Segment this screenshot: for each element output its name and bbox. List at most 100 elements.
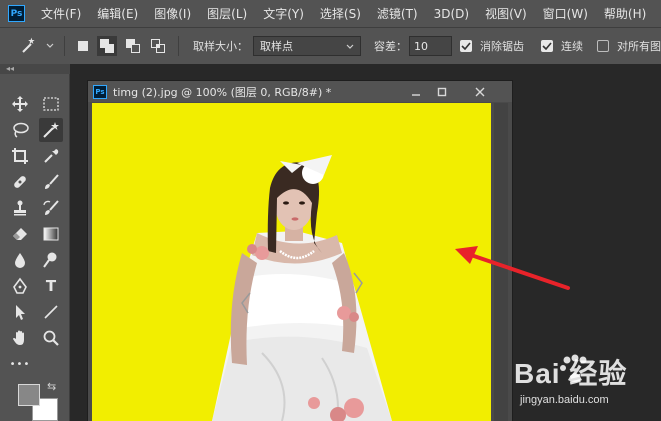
- add-selection-mode[interactable]: [97, 28, 117, 64]
- contiguous-label: 连续: [561, 40, 583, 53]
- maximize-icon: [437, 87, 447, 97]
- move-icon: [12, 96, 28, 112]
- maximize-button[interactable]: [434, 84, 450, 100]
- lasso-tool[interactable]: [8, 118, 32, 142]
- magic-wand-icon: [43, 122, 59, 138]
- hand-tool[interactable]: [8, 326, 32, 350]
- close-icon: [475, 87, 485, 97]
- chevron-down-icon: [346, 44, 354, 49]
- hand-icon: [13, 330, 24, 345]
- path-selection-tool[interactable]: [8, 300, 32, 324]
- subtract-selection-icon: [126, 39, 140, 53]
- menu-edit[interactable]: 编辑(E): [89, 5, 146, 22]
- tolerance-input[interactable]: 10: [409, 36, 452, 56]
- bandage-icon: [14, 176, 26, 188]
- document-title: timg (2).jpg @ 100% (图层 0, RGB/8#) *: [113, 85, 332, 99]
- document-canvas[interactable]: [92, 103, 491, 421]
- tools-panel: ◂◂ T •••: [0, 64, 70, 421]
- type-icon: T: [45, 277, 57, 295]
- eyedropper-icon: [44, 149, 59, 163]
- lasso-icon: [13, 122, 29, 138]
- magnifier-icon: [43, 330, 59, 346]
- menu-file[interactable]: 文件(F): [33, 5, 89, 22]
- checkmark-icon: [542, 42, 552, 50]
- watermark-url: jingyan.baidu.com: [520, 394, 609, 406]
- contiguous-option[interactable]: 连续: [541, 28, 583, 64]
- menu-3d[interactable]: 3D(D): [426, 7, 477, 21]
- new-selection-icon: [76, 39, 90, 53]
- tolerance-label: 容差：: [374, 40, 407, 53]
- menu-filter[interactable]: 滤镜(T): [369, 5, 426, 22]
- document-titlebar[interactable]: Ps timg (2).jpg @ 100% (图层 0, RGB/8#) *: [88, 81, 512, 102]
- toolbar-collapse-button[interactable]: ◂◂: [0, 64, 70, 74]
- dodge-tool[interactable]: [39, 248, 63, 272]
- history-brush-icon: [43, 200, 59, 215]
- brush-tool[interactable]: [39, 170, 63, 194]
- chevron-down-icon: [46, 43, 54, 48]
- menu-bar: Ps 文件(F) 编辑(E) 图像(I) 图层(L) 文字(Y) 选择(S) 滤…: [0, 0, 661, 27]
- sample-size-select[interactable]: 取样点: [253, 36, 361, 56]
- line-tool[interactable]: [39, 300, 63, 324]
- intersect-selection-mode[interactable]: [151, 28, 165, 64]
- brush-icon: [45, 174, 59, 189]
- crop-icon: [12, 148, 28, 164]
- sample-all-layers-label: 对所有图: [617, 40, 661, 53]
- gradient-tool[interactable]: [39, 222, 63, 246]
- photoshop-document-icon: Ps: [93, 84, 107, 99]
- eraser-tool[interactable]: [8, 222, 32, 246]
- menu-type[interactable]: 文字(Y): [255, 5, 312, 22]
- tool-preset-picker[interactable]: [20, 28, 54, 64]
- add-selection-icon: [97, 36, 117, 56]
- pen-icon: [13, 277, 27, 294]
- sample-all-layers-option[interactable]: 对所有图: [597, 28, 661, 64]
- menu-image[interactable]: 图像(I): [146, 5, 199, 22]
- sample-size-label: 取样大小：: [193, 40, 248, 53]
- more-icon: •••: [9, 358, 31, 370]
- close-button[interactable]: [472, 84, 488, 100]
- clone-stamp-tool[interactable]: [8, 196, 32, 220]
- antialias-checkbox[interactable]: [460, 40, 472, 52]
- water-drop-icon: [15, 253, 25, 268]
- crop-tool[interactable]: [8, 144, 32, 168]
- options-bar: 取样大小： 取样点 容差： 10 消除锯齿 连续 对所有图: [0, 27, 661, 64]
- menu-help[interactable]: 帮助(H): [596, 5, 654, 22]
- stamp-icon: [14, 200, 26, 216]
- magic-wand-icon: [22, 37, 35, 53]
- divider: [178, 36, 179, 56]
- edit-toolbar-button[interactable]: •••: [8, 352, 32, 376]
- foreground-color-swatch[interactable]: [18, 384, 40, 406]
- document-window: Ps timg (2).jpg @ 100% (图层 0, RGB/8#) *: [88, 81, 512, 421]
- menu-window[interactable]: 窗口(W): [535, 5, 596, 22]
- menu-view[interactable]: 视图(V): [477, 5, 535, 22]
- divider: [64, 36, 65, 56]
- menu-select[interactable]: 选择(S): [312, 5, 369, 22]
- history-brush-tool[interactable]: [39, 196, 63, 220]
- minimize-button[interactable]: [408, 84, 424, 100]
- subtract-selection-mode[interactable]: [126, 28, 140, 64]
- sample-all-layers-checkbox[interactable]: [597, 40, 609, 52]
- move-tool[interactable]: [8, 92, 32, 116]
- magic-wand-tool[interactable]: [39, 118, 63, 142]
- contiguous-checkbox[interactable]: [541, 40, 553, 52]
- pen-tool[interactable]: [8, 274, 32, 298]
- eraser-icon: [13, 228, 27, 240]
- eyedropper-tool[interactable]: [39, 144, 63, 168]
- photoshop-logo-icon: Ps: [8, 5, 25, 22]
- antialias-option[interactable]: 消除锯齿: [460, 28, 524, 64]
- bride-photo: [212, 155, 392, 421]
- swap-colors-icon[interactable]: ⇆: [47, 380, 56, 393]
- new-selection-mode[interactable]: [76, 28, 90, 64]
- gradient-icon: [43, 227, 59, 241]
- sample-size-value: 取样点: [260, 40, 293, 53]
- type-tool[interactable]: T: [39, 274, 63, 298]
- intersect-selection-icon: [151, 39, 165, 53]
- rectangular-marquee-icon: [43, 97, 59, 111]
- cursor-arrow-icon: [16, 305, 25, 320]
- marquee-tool[interactable]: [39, 92, 63, 116]
- menu-layer[interactable]: 图层(L): [199, 5, 255, 22]
- zoom-tool[interactable]: [39, 326, 63, 350]
- antialias-label: 消除锯齿: [480, 40, 524, 53]
- minimize-icon: [412, 94, 420, 96]
- healing-brush-tool[interactable]: [8, 170, 32, 194]
- blur-tool[interactable]: [8, 248, 32, 272]
